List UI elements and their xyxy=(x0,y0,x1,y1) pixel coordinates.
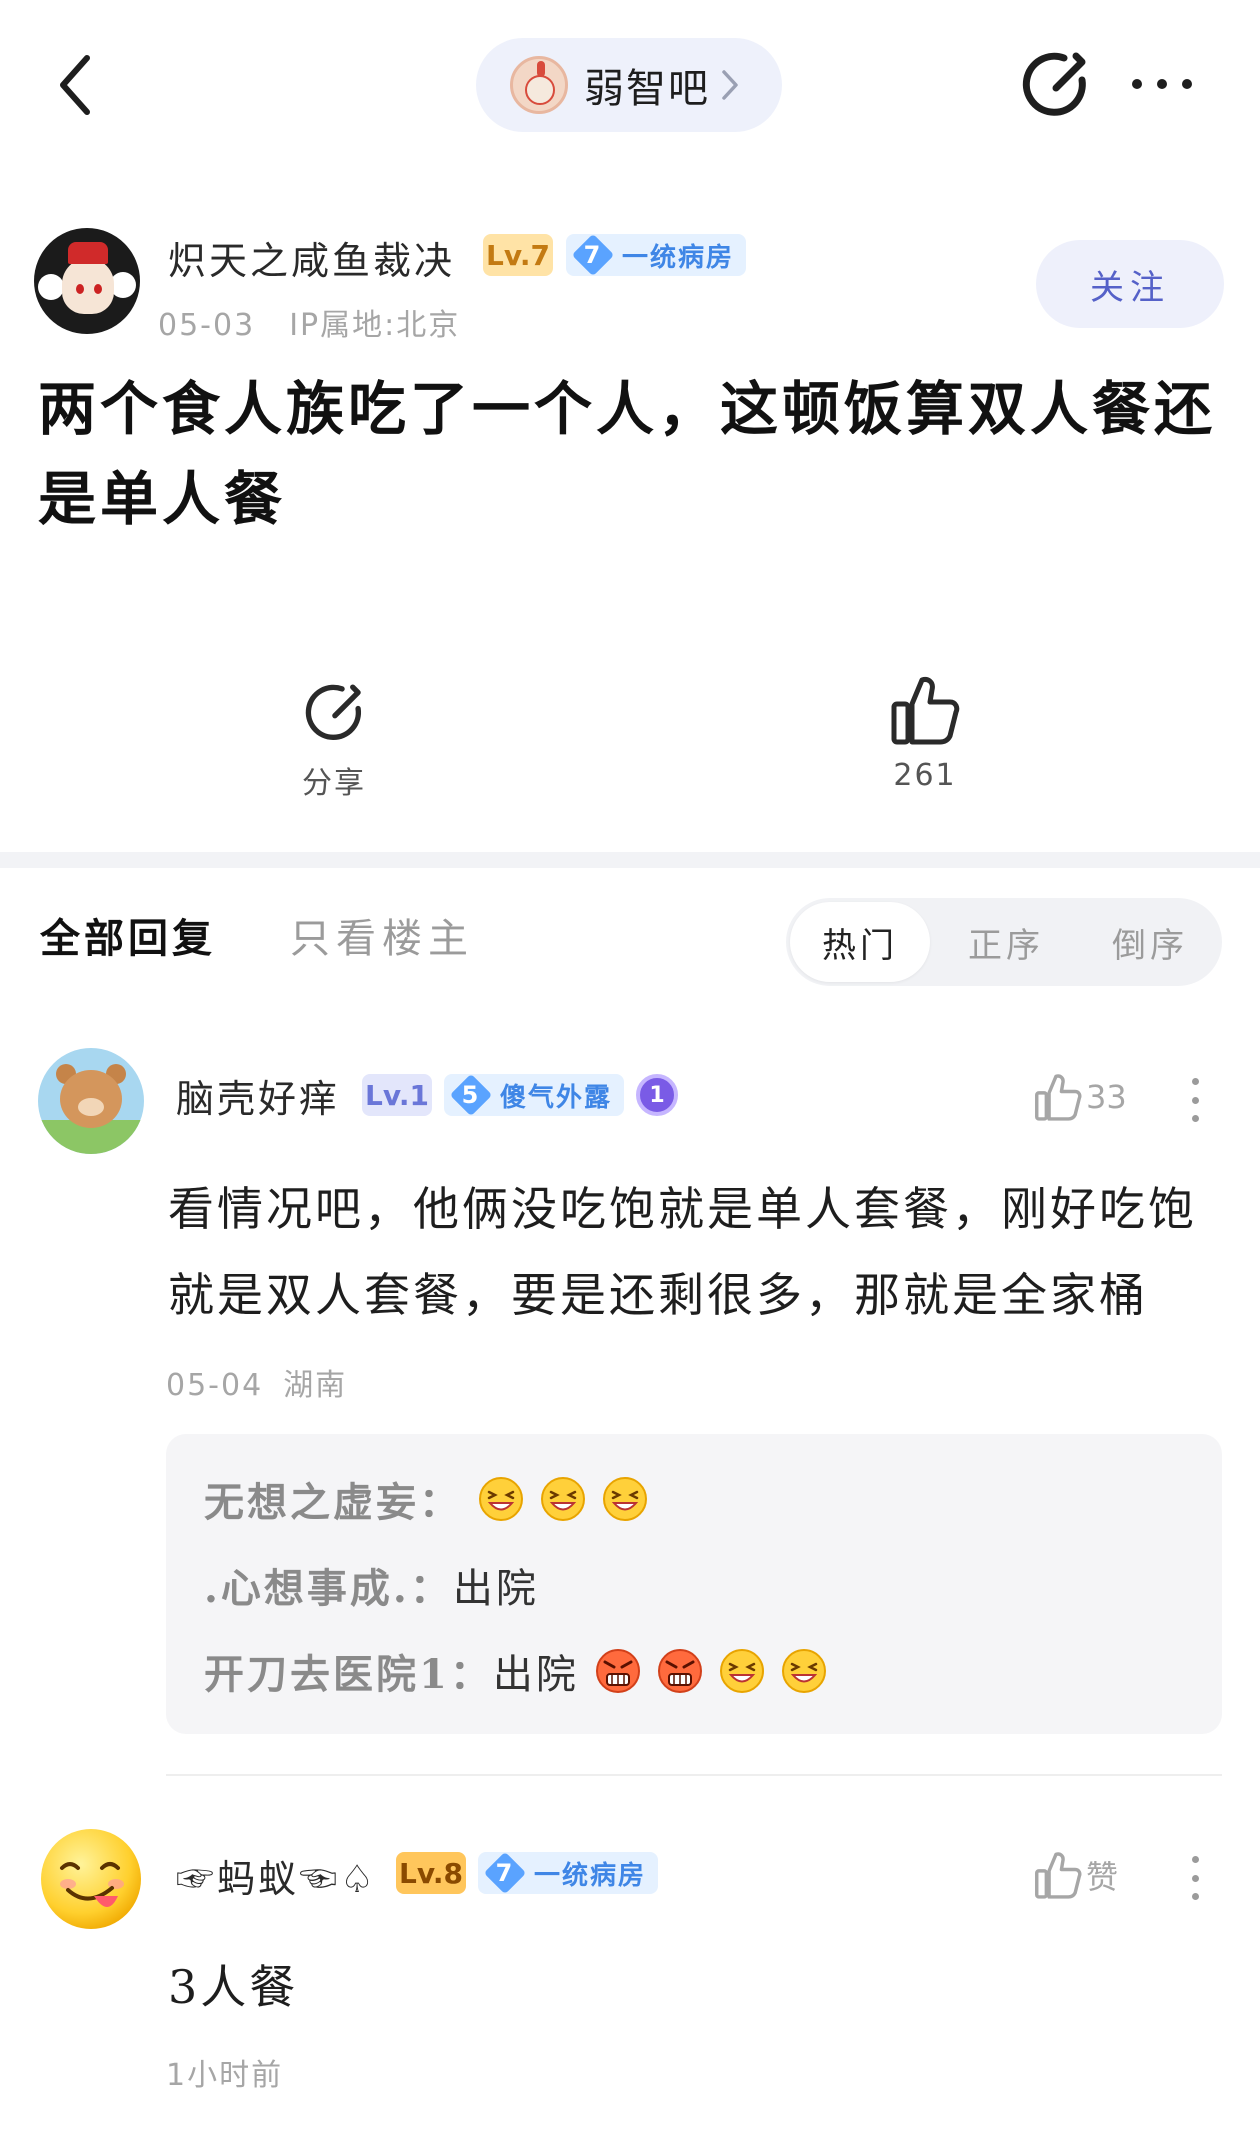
share-action[interactable]: 分享 xyxy=(264,680,404,802)
thumbs-up-icon xyxy=(891,677,960,745)
follow-button[interactable]: 关注 xyxy=(1036,240,1224,328)
back-arrow-icon xyxy=(60,55,90,115)
post-title: 两个食人族吃了一个人，这顿饭算双人餐还是单人餐 xyxy=(38,375,1217,533)
author-name[interactable]: 炽天之咸鱼裁决 xyxy=(168,230,455,285)
forum-entry-button[interactable]: 弱智吧 xyxy=(476,38,782,132)
like-action[interactable]: 261 xyxy=(855,674,995,793)
commenter-avatar[interactable] xyxy=(38,1048,144,1154)
level-badge: Lv.8 xyxy=(396,1852,466,1894)
post-meta: 05-03 IP属地:北京 xyxy=(158,300,460,344)
sub-reply-author[interactable]: .心想事成.： xyxy=(204,1556,453,1614)
author-avatar[interactable] xyxy=(34,228,140,334)
member-tag-label: 一统病房 xyxy=(622,242,735,273)
grin-emoji-icon xyxy=(719,1649,764,1693)
comment-more-icon[interactable] xyxy=(1180,1074,1210,1126)
sort-switch: 热门 正序 倒序 xyxy=(786,898,1222,986)
grin-emoji-icon xyxy=(781,1649,826,1693)
section-divider xyxy=(0,852,1260,868)
sub-reply[interactable]: .心想事成.： 出院 xyxy=(204,1556,539,1614)
medal-icon: 1 xyxy=(636,1074,678,1116)
comment-text: 看情况吧，他俩没吃饱就是单人套餐，刚好吃饱就是双人套餐，要是还剩很多，那就是全家… xyxy=(168,1182,1197,1322)
chevron-right-icon xyxy=(722,70,738,100)
comment-like-button[interactable]: 33 xyxy=(1034,1072,1127,1122)
commenter-name[interactable]: ☞蚂蚁☜♤ xyxy=(176,1848,377,1903)
thumbs-up-icon xyxy=(1035,1074,1082,1121)
member-tag: 5 傻气外露 xyxy=(444,1073,625,1117)
member-tag: 7 一统病房 xyxy=(566,233,747,277)
tab-op-only[interactable]: 只看楼主 xyxy=(290,906,474,964)
like-count: 261 xyxy=(893,758,957,793)
grin-emoji-icon xyxy=(603,1477,647,1521)
comment-like-button[interactable]: 赞 xyxy=(1034,1850,1118,1900)
sub-reply-text: 出院 xyxy=(452,1566,539,1612)
sub-reply-author[interactable]: 开刀去医院1： xyxy=(204,1642,493,1700)
sort-hot-button[interactable]: 热门 xyxy=(790,902,930,982)
level-badge: Lv.7 xyxy=(483,234,553,276)
comment-divider xyxy=(166,1774,1222,1776)
post-ip: IP属地:北京 xyxy=(289,308,461,343)
sub-reply[interactable]: 开刀去医院1： 出院 xyxy=(204,1642,827,1700)
comment-like-label: 赞 xyxy=(1086,1858,1119,1896)
comment-text: 3人餐 xyxy=(168,1960,299,2014)
forum-avatar xyxy=(510,56,568,114)
tab-all-replies[interactable]: 全部回复 xyxy=(40,906,216,964)
post-date: 05-03 xyxy=(158,308,256,343)
member-tag-label: 一统病房 xyxy=(534,1860,647,1891)
sub-replies-box[interactable]: 无想之虚妄： .心想事成.： 出院 开刀去医院1： 出院 xyxy=(166,1434,1222,1734)
share-label: 分享 xyxy=(302,766,366,801)
diamond-icon: 7 xyxy=(571,233,615,277)
comment-time: 1小时前 xyxy=(166,2058,284,2093)
angry-emoji-icon xyxy=(657,1649,702,1693)
comment-more-icon[interactable] xyxy=(1180,1852,1210,1904)
thumbs-up-icon xyxy=(1035,1852,1082,1899)
tongue-emoji-avatar xyxy=(41,1829,141,1929)
sub-reply-author[interactable]: 无想之虚妄： xyxy=(204,1470,462,1528)
comment-location: 湖南 xyxy=(283,1368,348,1403)
share-icon xyxy=(305,684,362,740)
comment-like-count: 33 xyxy=(1086,1078,1127,1116)
more-icon[interactable] xyxy=(1126,56,1198,112)
sub-reply-text: 出院 xyxy=(492,1652,579,1698)
back-button[interactable] xyxy=(40,40,110,130)
commenter-name[interactable]: 脑壳好痒 xyxy=(176,1068,340,1123)
grin-emoji-icon xyxy=(541,1477,585,1521)
comment-meta: 05-04 湖南 xyxy=(166,1360,347,1404)
level-badge: Lv.1 xyxy=(362,1074,432,1116)
forum-name: 弱智吧 xyxy=(584,66,710,112)
grin-emoji-icon xyxy=(479,1477,523,1521)
commenter-avatar[interactable] xyxy=(38,1826,144,1932)
sub-reply[interactable]: 无想之虚妄： xyxy=(204,1470,648,1528)
member-tag-label: 傻气外露 xyxy=(500,1082,613,1113)
top-bar: 弱智吧 xyxy=(0,0,1260,170)
comment-date: 05-04 xyxy=(166,1368,264,1403)
sort-ascending-button[interactable]: 正序 xyxy=(936,898,1076,986)
diamond-icon: 5 xyxy=(449,1073,493,1117)
sort-descending-button[interactable]: 倒序 xyxy=(1080,898,1220,986)
member-tag: 7 一统病房 xyxy=(478,1851,659,1895)
angry-emoji-icon xyxy=(595,1649,640,1693)
diamond-icon: 7 xyxy=(483,1851,527,1895)
share-icon[interactable] xyxy=(1018,48,1092,122)
